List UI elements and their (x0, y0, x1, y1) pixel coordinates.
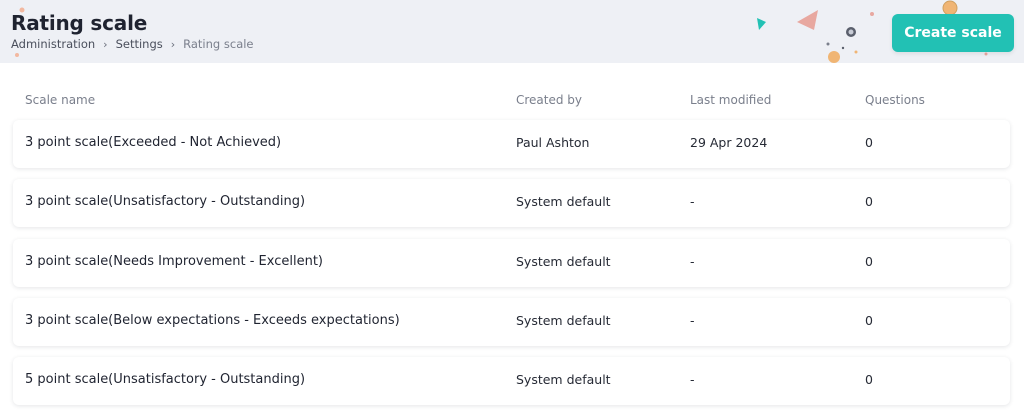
table-row[interactable]: 3 point scale(Unsatisfactory - Outstandi… (13, 179, 1010, 227)
created-by: System default (516, 313, 611, 328)
table-row[interactable]: 3 point scale(Below expectations - Excee… (13, 298, 1010, 346)
table-row[interactable]: 3 point scale(Needs Improvement - Excell… (13, 239, 1010, 287)
scale-name: 3 point scale(Needs Improvement - Excell… (25, 254, 323, 269)
column-header-questions: Questions (865, 93, 925, 107)
created-by: System default (516, 254, 611, 269)
breadcrumb-administration[interactable]: Administration (11, 37, 95, 51)
decorative-confetti (15, 0, 988, 63)
breadcrumb-current: Rating scale (183, 37, 254, 51)
create-scale-button[interactable]: Create scale (892, 14, 1014, 52)
breadcrumb: Administration › Settings › Rating scale (11, 37, 254, 51)
column-header-created-by: Created by (516, 93, 583, 107)
table-row[interactable]: 5 point scale(Unsatisfactory - Outstandi… (13, 357, 1010, 405)
last-modified: - (690, 254, 695, 269)
last-modified: 29 Apr 2024 (690, 135, 768, 150)
table-header: Scale name Created by Last modified Ques… (0, 93, 1024, 109)
page-header: Rating scale Administration › Settings ›… (0, 0, 1024, 63)
column-header-last-modified: Last modified (690, 93, 772, 107)
last-modified: - (690, 313, 695, 328)
scale-name: 5 point scale(Unsatisfactory - Outstandi… (25, 372, 306, 387)
questions-count: 0 (865, 194, 873, 209)
questions-count: 0 (865, 254, 873, 269)
last-modified: - (690, 372, 695, 387)
scale-name: 3 point scale(Below expectations - Excee… (25, 313, 400, 328)
created-by: Paul Ashton (516, 135, 590, 150)
column-header-scale-name: Scale name (25, 93, 96, 107)
questions-count: 0 (865, 313, 873, 328)
breadcrumb-settings[interactable]: Settings (116, 37, 163, 51)
last-modified: - (690, 194, 695, 209)
scale-name: 3 point scale(Exceeded - Not Achieved) (25, 135, 282, 150)
created-by: System default (516, 372, 611, 387)
questions-count: 0 (865, 135, 873, 150)
questions-count: 0 (865, 372, 873, 387)
page-title: Rating scale (11, 11, 148, 35)
created-by: System default (516, 194, 611, 209)
scale-name: 3 point scale(Unsatisfactory - Outstandi… (25, 194, 306, 209)
table-row[interactable]: 3 point scale(Exceeded - Not Achieved) P… (13, 120, 1010, 168)
chevron-right-icon: › (170, 37, 176, 51)
chevron-right-icon: › (103, 37, 108, 51)
